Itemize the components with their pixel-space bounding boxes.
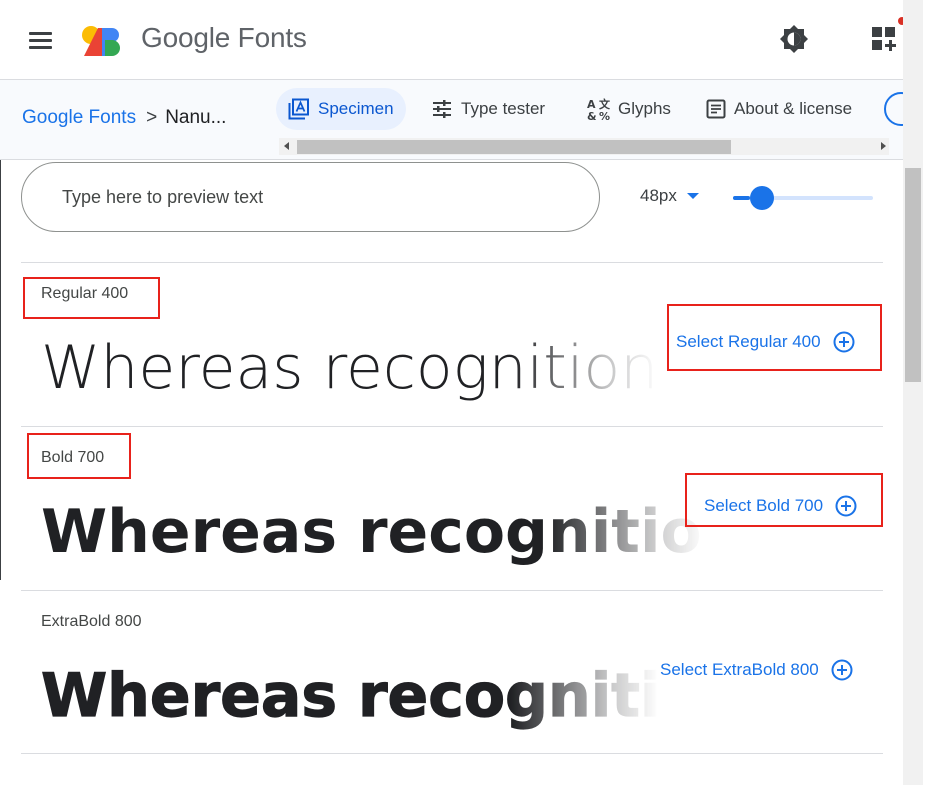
preview-text-input[interactable] (21, 162, 600, 232)
glyphs-icon: A 文 & % (587, 97, 610, 121)
page: Google Fonts d Google Fonts>Nanu... (0, 0, 935, 785)
tab-glyphs-label: Glyphs (618, 99, 671, 118)
article-icon (706, 99, 726, 119)
add-circle-icon (833, 331, 855, 353)
window-left-edge (0, 160, 1, 580)
tab-strip: Specimen Type tester A 文 & % Glyphs Abou… (276, 88, 903, 130)
google-fonts-logo[interactable] (82, 24, 124, 56)
slider-knob[interactable] (750, 186, 774, 210)
tune-icon (433, 100, 451, 118)
tab-specimen[interactable]: Specimen (276, 88, 406, 130)
tab-type-tester[interactable]: Type tester (431, 88, 545, 130)
page-scrollbar[interactable] (903, 0, 923, 785)
style-name: ExtraBold 800 (41, 613, 142, 630)
tab-specimen-label: Specimen (318, 99, 394, 118)
breadcrumb-current: Nanu... (165, 107, 227, 128)
font-size-slider[interactable] (733, 185, 873, 211)
style-sample-text: Whereas recognition of (41, 497, 705, 567)
svg-text:&: & (587, 110, 597, 121)
svg-text:文: 文 (599, 97, 610, 111)
theme-toggle-icon[interactable] (778, 23, 810, 55)
font-nav-bar: Google Fonts > Nanu... Specimen Type test (0, 80, 903, 160)
top-app-bar: Google Fonts (0, 0, 903, 80)
divider (21, 753, 883, 754)
style-row-regular-400: Regular 400 Whereas recognition of Selec… (21, 262, 883, 426)
window-right-edge (923, 0, 935, 785)
breadcrumb-root-link[interactable]: Google Fonts (22, 107, 136, 128)
style-row-bold-700: Bold 700 Whereas recognition of Select B… (21, 426, 883, 590)
select-button-label: Select Bold 700 (704, 496, 824, 515)
select-button-label: Select ExtraBold 800 (660, 660, 819, 679)
select-extrabold-800-button[interactable]: Select ExtraBold 800 (660, 659, 853, 681)
style-name: Bold 700 (41, 449, 105, 466)
select-button-label: Select Regular 400 (676, 332, 821, 351)
tab-glyphs[interactable]: A 文 & % Glyphs (586, 88, 671, 130)
tab-about-license[interactable]: About & license (706, 88, 852, 130)
more-tabs-icon[interactable] (884, 92, 903, 126)
tab-about-license-label: About & license (734, 99, 853, 118)
specimen-icon (288, 98, 309, 120)
breadcrumb: Google Fonts > Nanu... (22, 107, 226, 129)
page-scrollbar-thumb[interactable] (905, 168, 921, 382)
style-name: Regular 400 (41, 285, 129, 302)
breadcrumb-separator: > (146, 107, 158, 128)
add-circle-icon (831, 659, 853, 681)
style-sample-text: Whereas recognition of (41, 661, 659, 731)
tab-scrollbar[interactable] (279, 138, 889, 155)
select-regular-400-button[interactable]: Select Regular 400 (676, 331, 855, 353)
style-row-extrabold-800: ExtraBold 800 Whereas recognition of Sel… (21, 590, 883, 753)
apps-icon[interactable] (870, 25, 898, 53)
menu-icon[interactable] (29, 30, 53, 50)
scroll-left-icon[interactable] (284, 142, 289, 150)
tab-scrollbar-thumb[interactable] (297, 140, 731, 154)
style-sample-text: Whereas recognition of (41, 333, 659, 403)
select-bold-700-button[interactable]: Select Bold 700 (704, 495, 857, 517)
tab-type-tester-label: Type tester (461, 99, 546, 118)
dropdown-caret-icon (686, 193, 699, 199)
svg-text:%: % (599, 110, 610, 121)
add-circle-icon (835, 495, 857, 517)
brand-title[interactable]: Google Fonts (141, 22, 307, 54)
slider-fill (733, 196, 750, 200)
scroll-right-icon[interactable] (881, 142, 886, 150)
font-size-select[interactable]: 48px (640, 186, 699, 206)
font-size-value: 48px (640, 186, 677, 205)
